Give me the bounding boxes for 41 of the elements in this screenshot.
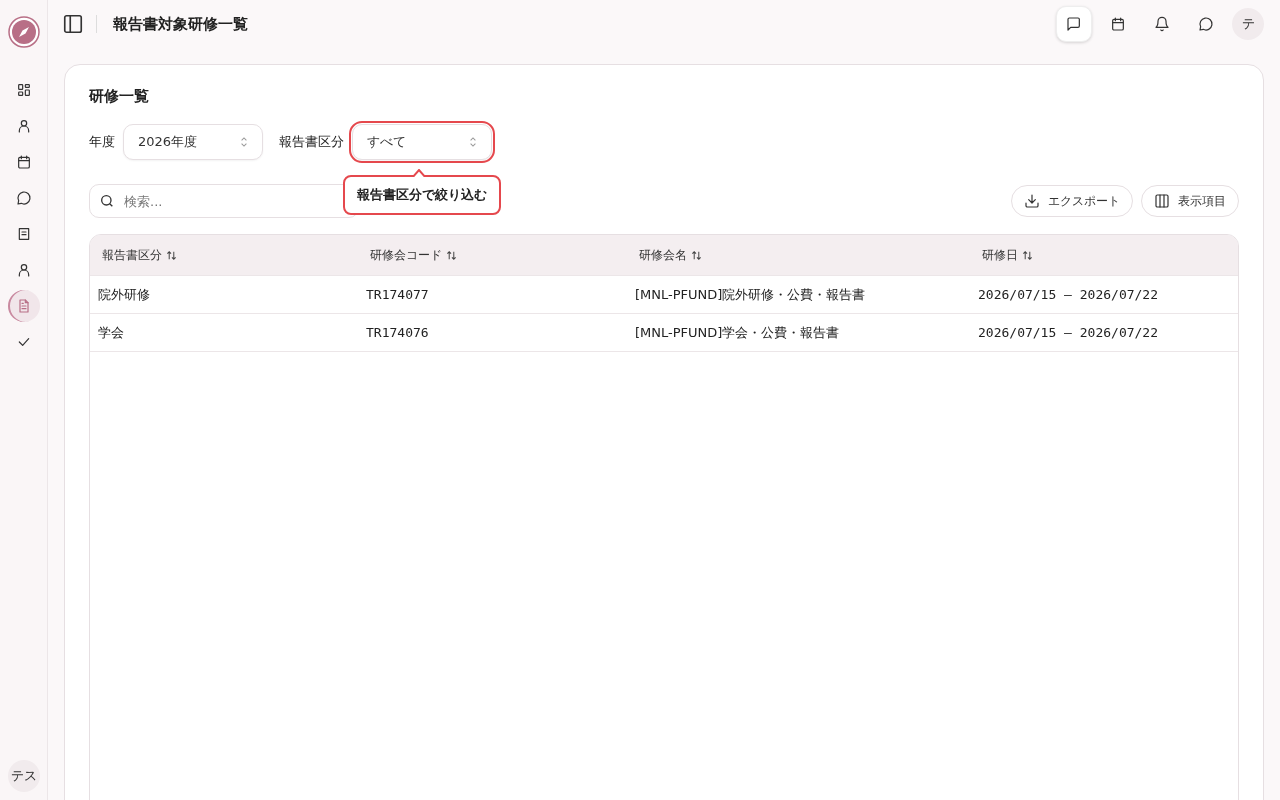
compass-logo-icon <box>7 16 40 48</box>
card-title: 研修一覧 <box>89 87 150 106</box>
tooltip-arrow-icon <box>412 169 426 177</box>
table-cell-text: 学会 <box>97 323 125 342</box>
table-cell-text: 院外研修 <box>97 285 151 304</box>
calendar-icon <box>15 154 32 170</box>
chat-icon <box>1198 16 1214 32</box>
sort-icon <box>691 249 702 261</box>
chevron-updown-icon <box>240 136 248 148</box>
grid-icon <box>15 82 32 98</box>
select-field[interactable]: すべて <box>352 124 492 160</box>
columns-button[interactable]: 表示項目 <box>1141 185 1239 217</box>
select-field[interactable]: 2026年度 <box>123 124 263 160</box>
column-header[interactable]: 研修会コード <box>358 246 469 264</box>
sort-icon <box>446 249 457 261</box>
column-header[interactable]: 研修会名 <box>627 246 714 264</box>
chat-icon <box>15 190 32 206</box>
tooltip: 報告書区分で絞り込む <box>343 169 501 215</box>
bell-icon <box>1154 16 1170 32</box>
user-avatar[interactable]: テス <box>7 760 40 792</box>
filter-label: 報告書区分 <box>279 133 344 151</box>
table-cell-text: TR174076 <box>365 325 430 340</box>
table-cell-text: [MNL-PFUND]学会・公費・報告書 <box>634 323 841 342</box>
columns-icon <box>1154 193 1170 209</box>
download-icon <box>1024 193 1040 209</box>
table-cell-text: TR174077 <box>365 287 430 302</box>
calendar-icon <box>1110 16 1126 32</box>
page-title: 報告書対象研修一覧 <box>113 14 248 34</box>
column-header[interactable]: 報告書区分 <box>90 246 189 264</box>
table-cell-text: 2026/07/15 – 2026/07/22 <box>977 287 1159 302</box>
sidebar-toggle-button[interactable] <box>62 13 84 35</box>
export-button[interactable]: エクスポート <box>1011 185 1133 217</box>
sort-icon <box>1022 249 1033 261</box>
table-cell-text: 2026/07/15 – 2026/07/22 <box>977 325 1159 340</box>
sort-icon <box>166 249 177 261</box>
user-avatar[interactable]: テ <box>1232 8 1264 40</box>
table-cell-text: [MNL-PFUND]院外研修・公費・報告書 <box>634 285 867 304</box>
chevron-updown-icon <box>469 136 477 148</box>
message-icon <box>1066 16 1082 32</box>
column-header[interactable]: 研修日 <box>970 246 1045 264</box>
filter-label: 年度 <box>89 133 115 151</box>
